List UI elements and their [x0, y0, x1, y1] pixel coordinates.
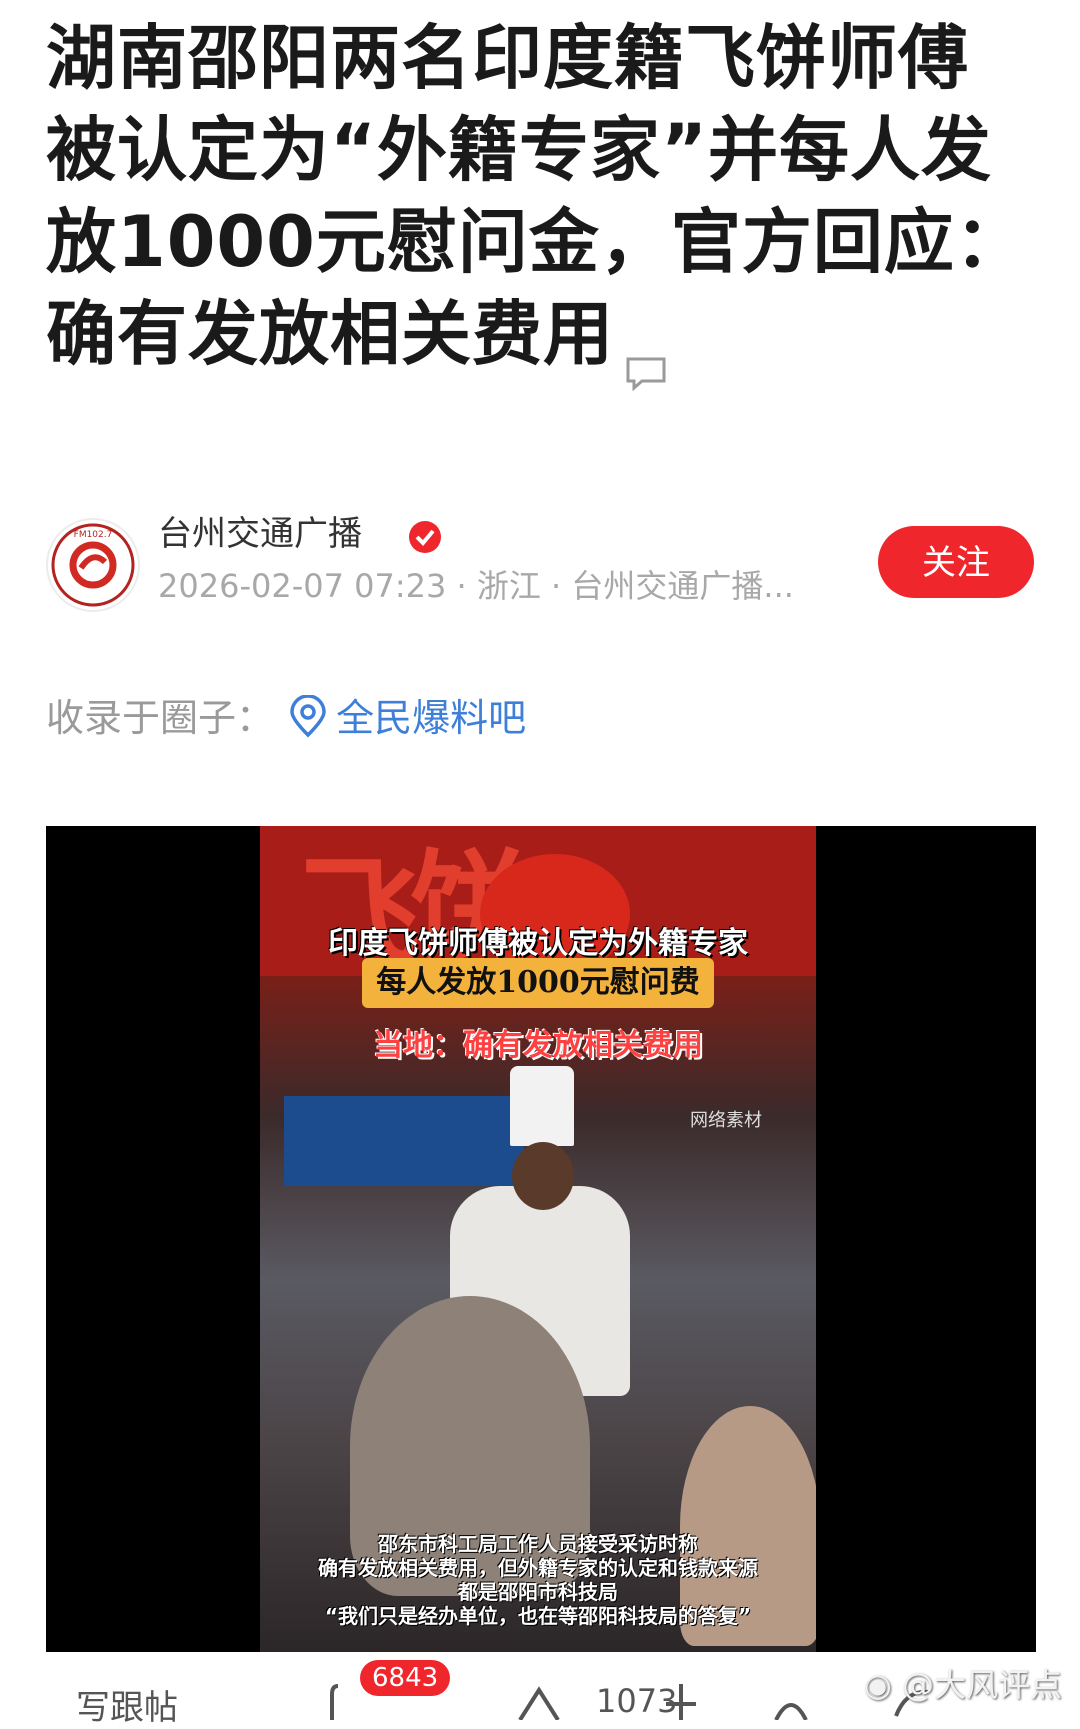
bottom-caption-line: 都是邵阳市科技局	[458, 1580, 618, 1604]
favorite-icon[interactable]	[766, 1680, 816, 1720]
follow-button[interactable]: 关注	[878, 526, 1034, 598]
article-title-text: 湖南邵阳两名印度籍飞饼师傅被认定为“外籍专家”并每人发放1000元慰问金，官方回…	[46, 17, 1026, 375]
video-caption-3: 当地：确有发放相关费用	[373, 1028, 703, 1063]
article-title: 湖南邵阳两名印度籍飞饼师傅被认定为“外籍专家”并每人发放1000元慰问金，官方回…	[46, 12, 1036, 392]
bottom-caption-line: 邵东市科工局工作人员接受采访时称	[378, 1532, 698, 1556]
weibo-logo-icon: ◉	[863, 1666, 902, 1704]
bottom-caption-line: “我们只是经办单位，也在等邵阳科技局的答复”	[324, 1604, 752, 1628]
circle-row: 收录于圈子： 全民爆料吧	[46, 690, 526, 746]
circle-link[interactable]: 全民爆料吧	[286, 694, 527, 740]
chef-face	[512, 1142, 574, 1210]
download-icon[interactable]	[656, 1680, 706, 1720]
chef-hat	[510, 1066, 574, 1146]
video-bottom-caption: 邵东市科工局工作人员接受采访时称 确有发放相关费用，但外籍专家的认定和钱款来源 …	[260, 1532, 816, 1628]
author-meta: 2026-02-07 07:23 · 浙江 · 台州交通广播...	[158, 567, 794, 605]
weibo-watermark-text: @大风评点	[901, 1666, 1062, 1704]
comment-count-badge[interactable]: 6843	[360, 1660, 451, 1696]
author-row: FM102.7 台州交通广播 2026-02-07 07:23 · 浙江 · 台…	[46, 512, 1036, 612]
author-name[interactable]: 台州交通广播	[158, 512, 362, 556]
menu-board	[284, 1096, 524, 1186]
video-player[interactable]: 飞 饼 印度飞饼师傅被认定为外籍专家 每人发放1000元慰问费 当地：确有发放相…	[46, 826, 1036, 1652]
write-reply-input[interactable]: 写跟帖	[76, 1680, 178, 1729]
avatar-text: FM102.7	[74, 530, 113, 540]
weibo-watermark: ◉ @大风评点	[864, 1660, 1062, 1706]
video-watermark: 网络素材	[690, 1110, 762, 1131]
location-pin-icon	[286, 694, 330, 739]
verified-icon	[409, 521, 441, 553]
author-avatar[interactable]: FM102.7	[46, 518, 140, 612]
circle-name: 全民爆料吧	[336, 696, 527, 740]
bottom-caption-line: 确有发放相关费用，但外籍专家的认定和钱款来源	[318, 1556, 758, 1580]
video-caption-1: 印度飞饼师傅被认定为外籍专家	[328, 926, 748, 961]
circle-label: 收录于圈子：	[46, 696, 275, 740]
video-frame[interactable]: 飞 饼 印度飞饼师傅被认定为外籍专家 每人发放1000元慰问费 当地：确有发放相…	[260, 826, 816, 1652]
video-caption-2: 每人发放1000元慰问费	[362, 958, 714, 1008]
thumbs-up-icon[interactable]	[514, 1680, 564, 1720]
comment-icon[interactable]	[624, 321, 668, 392]
